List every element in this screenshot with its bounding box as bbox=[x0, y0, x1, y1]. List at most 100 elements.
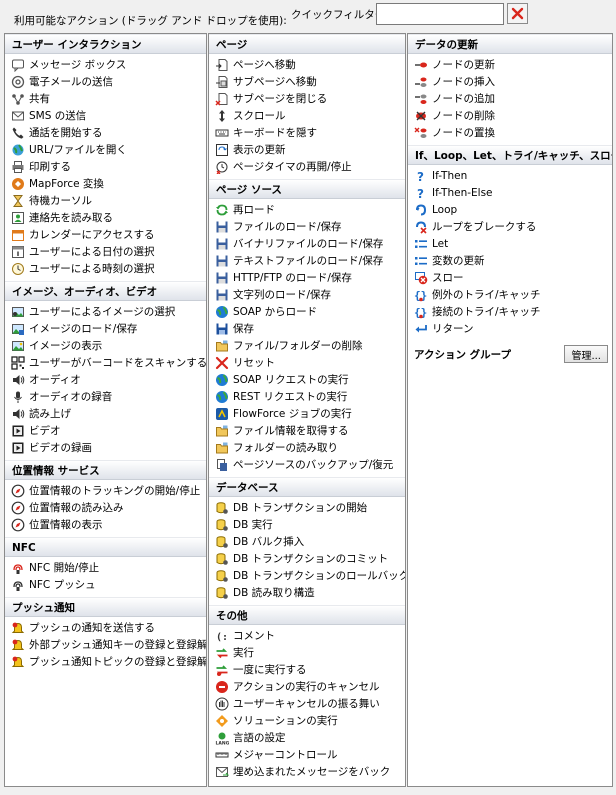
action-item-label: ファイル情報を取得する bbox=[233, 425, 349, 437]
manage-groups-button[interactable]: 管理... bbox=[564, 345, 608, 363]
action-item[interactable]: URL/ファイルを開く bbox=[5, 141, 206, 158]
action-item[interactable]: リターン bbox=[408, 320, 612, 337]
action-item[interactable]: ビデオ bbox=[5, 422, 206, 439]
action-item-label: DB トランザクションのロールバック bbox=[233, 570, 406, 582]
action-item[interactable]: 電子メールの送信 bbox=[5, 73, 206, 90]
action-item-label: オーディオの録音 bbox=[29, 391, 113, 403]
action-item[interactable]: プッシュ通知トピックの登録と登録解除 bbox=[5, 653, 206, 670]
action-item[interactable]: 連絡先を読み取る bbox=[5, 209, 206, 226]
action-item[interactable]: ユーザーがバーコードをスキャンする bbox=[5, 354, 206, 371]
action-item[interactable]: ビデオの録画 bbox=[5, 439, 206, 456]
action-item[interactable]: フォルダーの読み取り bbox=[209, 439, 405, 456]
action-item-label: イメージの表示 bbox=[29, 340, 103, 352]
action-item[interactable]: スクロール bbox=[209, 107, 405, 124]
keyboard-icon bbox=[215, 126, 229, 140]
action-item[interactable]: ノードの削除 bbox=[408, 107, 612, 124]
action-item[interactable]: バイナリファイルのロード/保存 bbox=[209, 235, 405, 252]
action-item[interactable]: 印刷する bbox=[5, 158, 206, 175]
action-item[interactable]: DB トランザクションのコミット bbox=[209, 550, 405, 567]
action-item[interactable]: ユーザーによるイメージの選択 bbox=[5, 303, 206, 320]
action-item[interactable]: DB 読み取り構造 bbox=[209, 584, 405, 601]
action-item-label: リターン bbox=[432, 323, 474, 335]
action-item[interactable]: ループをブレークする bbox=[408, 218, 612, 235]
action-item[interactable]: 通話を開始する bbox=[5, 124, 206, 141]
barcode-icon bbox=[11, 355, 25, 370]
action-item[interactable]: 表示の更新 bbox=[209, 141, 405, 158]
action-item[interactable]: ノードの追加 bbox=[408, 90, 612, 107]
action-item[interactable]: {} 接続のトライ/キャッチ bbox=[408, 303, 612, 320]
action-item[interactable]: DB バルク挿入 bbox=[209, 533, 405, 550]
action-item[interactable]: ファイル/フォルダーの削除 bbox=[209, 337, 405, 354]
action-item[interactable]: FlowForce ジョブの実行 bbox=[209, 405, 405, 422]
action-item[interactable]: ページタイマの再開/停止 bbox=[209, 158, 405, 175]
action-item[interactable]: 変数の更新 bbox=[408, 252, 612, 269]
action-item[interactable]: メッセージ ボックス bbox=[5, 56, 206, 73]
action-item[interactable]: 位置情報の読み込み bbox=[5, 499, 206, 516]
action-item[interactable]: SOAP リクエストの実行 bbox=[209, 371, 405, 388]
action-item[interactable]: 待機カーソル bbox=[5, 192, 206, 209]
action-item[interactable]: ? If-Then-Else bbox=[408, 184, 612, 201]
action-item-label: DB トランザクションのコミット bbox=[233, 553, 389, 565]
action-item[interactable]: LANG 言語の設定 bbox=[209, 729, 405, 746]
action-item-label: NFC プッシュ bbox=[29, 579, 96, 591]
action-item-label: メジャーコントロール bbox=[233, 749, 338, 761]
action-item[interactable]: テキストファイルのロード/保存 bbox=[209, 252, 405, 269]
action-item[interactable]: 文字列のロード/保存 bbox=[209, 286, 405, 303]
action-item[interactable]: Let bbox=[408, 235, 612, 252]
action-item[interactable]: {} 例外のトライ/キャッチ bbox=[408, 286, 612, 303]
action-item[interactable]: サブページを閉じる bbox=[209, 90, 405, 107]
action-item[interactable]: 保存 bbox=[209, 320, 405, 337]
action-item[interactable]: ユーザーによる時刻の選択 bbox=[5, 260, 206, 277]
clear-filter-button[interactable] bbox=[507, 3, 528, 24]
action-item[interactable]: イメージのロード/保存 bbox=[5, 320, 206, 337]
action-item[interactable]: ソリューションの実行 bbox=[209, 712, 405, 729]
action-item[interactable]: SOAP からロード bbox=[209, 303, 405, 320]
action-item[interactable]: 再ロード bbox=[209, 201, 405, 218]
action-item[interactable]: 一度に実行する bbox=[209, 661, 405, 678]
action-item-label: サブページへ移動 bbox=[233, 76, 317, 88]
quick-filter-input[interactable] bbox=[376, 3, 504, 25]
action-item[interactable]: 共有 bbox=[5, 90, 206, 107]
action-item[interactable]: HTTP/FTP のロード/保存 bbox=[209, 269, 405, 286]
action-item[interactable]: ページソースのバックアップ/復元 bbox=[209, 456, 405, 473]
action-item[interactable]: NFC プッシュ bbox=[5, 576, 206, 593]
action-item[interactable]: プッシュの通知を送信する bbox=[5, 619, 206, 636]
action-item[interactable]: メジャーコントロール bbox=[209, 746, 405, 763]
action-item[interactable]: DB 実行 bbox=[209, 516, 405, 533]
action-item[interactable]: 位置情報のトラッキングの開始/停止 bbox=[5, 482, 206, 499]
action-item[interactable]: ユーザーキャンセルの振る舞い bbox=[209, 695, 405, 712]
action-item[interactable]: SMS の送信 bbox=[5, 107, 206, 124]
action-item[interactable]: サブページへ移動 bbox=[209, 73, 405, 90]
action-item[interactable]: DB トランザクションの開始 bbox=[209, 499, 405, 516]
action-item-label: 再ロード bbox=[233, 204, 275, 216]
action-item[interactable]: 位置情報の表示 bbox=[5, 516, 206, 533]
action-item[interactable]: DB トランザクションのロールバック bbox=[209, 567, 405, 584]
action-item[interactable]: ノードの更新 bbox=[408, 56, 612, 73]
action-item[interactable]: イメージの表示 bbox=[5, 337, 206, 354]
action-item[interactable]: ノードの置換 bbox=[408, 124, 612, 141]
action-item[interactable]: アクションの実行のキャンセル bbox=[209, 678, 405, 695]
action-item[interactable]: ? If-Then bbox=[408, 167, 612, 184]
action-item[interactable]: リセット bbox=[209, 354, 405, 371]
action-item[interactable]: Loop bbox=[408, 201, 612, 218]
action-item[interactable]: オーディオ bbox=[5, 371, 206, 388]
action-item[interactable]: ノードの挿入 bbox=[408, 73, 612, 90]
action-item[interactable]: スロー bbox=[408, 269, 612, 286]
action-item[interactable]: ユーザーによる日付の選択 bbox=[5, 243, 206, 260]
action-item[interactable]: カレンダーにアクセスする bbox=[5, 226, 206, 243]
refresh-display-icon bbox=[215, 143, 229, 157]
action-item[interactable]: ファイルのロード/保存 bbox=[209, 218, 405, 235]
action-item[interactable]: ページへ移動 bbox=[209, 56, 405, 73]
action-item[interactable]: 読み上げ bbox=[5, 405, 206, 422]
action-item[interactable]: REST リクエストの実行 bbox=[209, 388, 405, 405]
action-item[interactable]: 外部プッシュ通知キーの登録と登録解除 bbox=[5, 636, 206, 653]
action-item[interactable]: (: コメント bbox=[209, 627, 405, 644]
action-item[interactable]: ファイル情報を取得する bbox=[209, 422, 405, 439]
action-item[interactable]: キーボードを隠す bbox=[209, 124, 405, 141]
action-item[interactable]: NFC 開始/停止 bbox=[5, 559, 206, 576]
action-item-label: アクションの実行のキャンセル bbox=[233, 681, 380, 693]
action-item[interactable]: オーディオの録音 bbox=[5, 388, 206, 405]
action-item[interactable]: 実行 bbox=[209, 644, 405, 661]
action-item[interactable]: MapForce 変換 bbox=[5, 175, 206, 192]
action-item[interactable]: 埋め込まれたメッセージをバック bbox=[209, 763, 405, 780]
